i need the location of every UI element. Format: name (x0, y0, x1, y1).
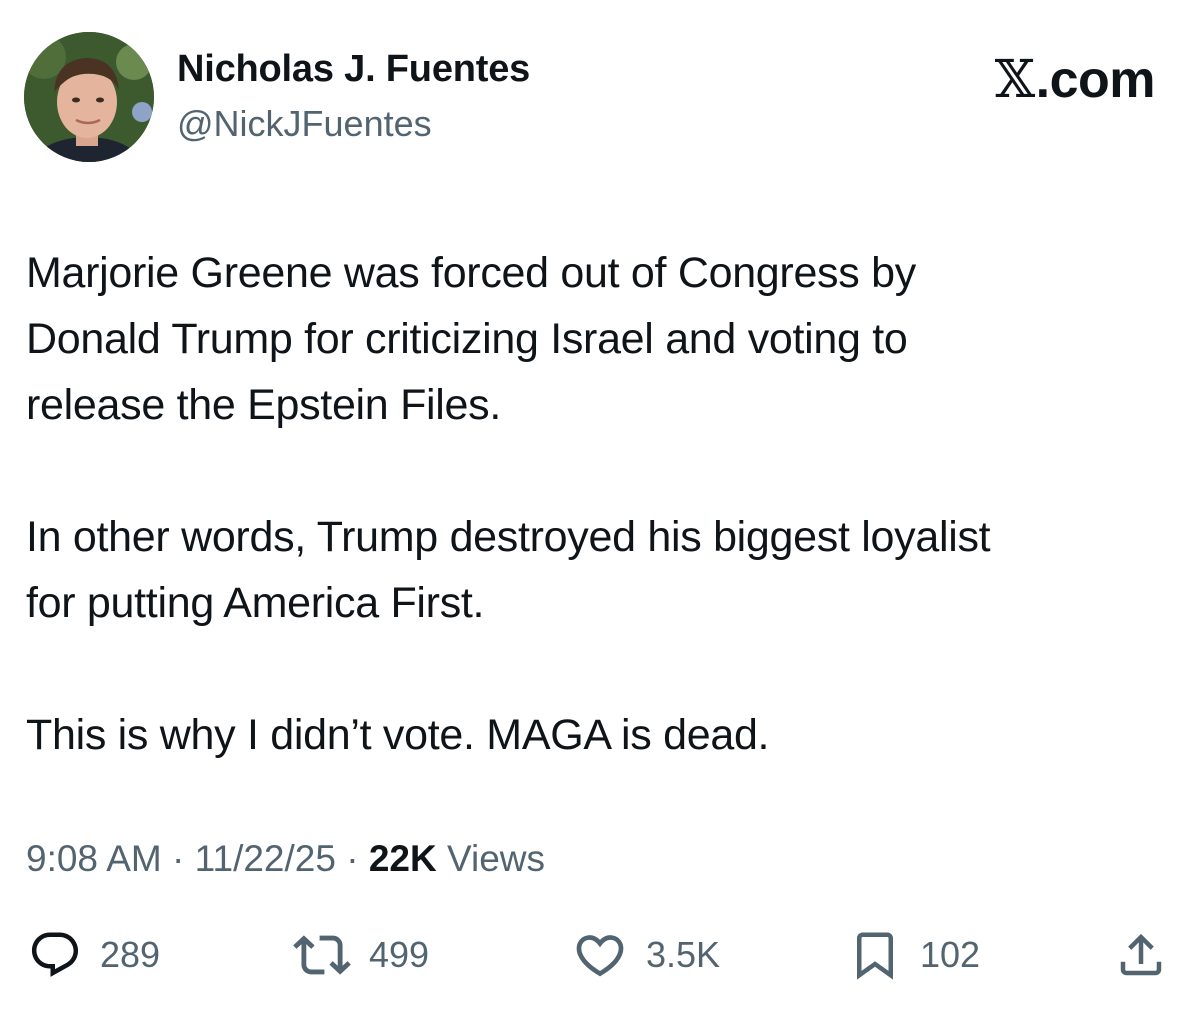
profile-photo-icon (24, 32, 154, 162)
share-button[interactable] (1114, 925, 1168, 985)
tweet-date[interactable]: 11/22/25 (195, 838, 336, 879)
tweet-meta: 9:08 AM · 11/22/25 · 22K Views (26, 838, 545, 880)
tweet-text: Marjorie Greene was forced out of Congre… (26, 240, 1176, 768)
bookmark-button[interactable]: 102 (848, 925, 980, 985)
tweet-paragraph: Marjorie Greene was forced out of Congre… (26, 249, 916, 429)
like-count: 3.5K (646, 934, 721, 975)
tweet-paragraph: This is why I didn’t vote. MAGA is dead. (26, 711, 770, 759)
meta-separator: · (335, 838, 369, 879)
x-logo-icon: 𝕏 (994, 50, 1035, 110)
reply-count: 289 (100, 934, 161, 975)
share-icon (1120, 933, 1162, 976)
retweet-count: 499 (369, 934, 430, 975)
like-button[interactable]: 3.5K (572, 925, 720, 985)
retweet-button[interactable]: 499 (293, 925, 429, 985)
tweet-time[interactable]: 9:08 AM (26, 838, 162, 879)
brand-domain: .com (1035, 51, 1156, 109)
views-label: Views (436, 838, 546, 879)
meta-separator: · (161, 838, 195, 879)
heart-icon (576, 935, 624, 977)
tweet-paragraph: In other words, Trump destroyed his bigg… (26, 513, 991, 627)
action-bar: 289 499 3.5K 102 (0, 925, 1200, 985)
views-count[interactable]: 22K (369, 838, 437, 879)
bookmark-count: 102 (920, 934, 981, 975)
reply-button[interactable]: 289 (28, 925, 160, 985)
author-display-name[interactable]: Nicholas J. Fuentes (177, 48, 530, 91)
retweet-icon (293, 935, 351, 975)
bookmark-icon (857, 932, 893, 980)
avatar[interactable] (24, 32, 154, 162)
brand-logo: 𝕏 .com (994, 50, 1156, 110)
author-handle[interactable]: @NickJFuentes (177, 103, 432, 145)
reply-icon (31, 932, 79, 977)
